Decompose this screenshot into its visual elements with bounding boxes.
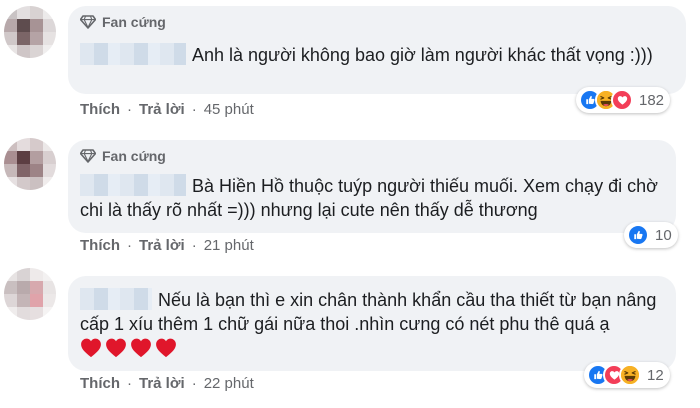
separator: · — [127, 101, 132, 118]
comment-bubble: Nếu là bạn thì e xin chân thành khẩn cầu… — [68, 276, 676, 371]
commenter-name[interactable] — [80, 174, 186, 196]
diamond-icon — [80, 149, 96, 163]
separator: · — [191, 101, 197, 118]
fan-badge: Fan cứng — [80, 148, 166, 164]
comment-text: Nếu là bạn thì e xin chân thành khẩn cầu… — [80, 290, 657, 334]
commenter-name[interactable] — [80, 43, 186, 65]
comment-actions: Thích · Trả lời · 22 phút — [80, 375, 254, 392]
comment-actions: Thích · Trả lời · 21 phút — [80, 237, 254, 254]
timestamp[interactable]: 21 phút — [204, 237, 254, 254]
like-reaction-icon — [627, 224, 649, 246]
separator: · — [191, 375, 197, 392]
reply-link[interactable]: Trả lời — [139, 101, 185, 118]
comment-text-block: Anh là người không bao giờ làm người khá… — [80, 43, 680, 67]
reaction-summary[interactable]: 10 — [624, 222, 678, 248]
diamond-icon — [80, 15, 96, 29]
separator: · — [127, 237, 132, 254]
comment-text: Anh là người không bao giờ làm người khá… — [192, 45, 653, 65]
separator: · — [191, 237, 197, 254]
commenter-name[interactable] — [80, 288, 152, 310]
comment-bubble: Fan cứng Bà Hiền Hồ thuộc tuýp người thi… — [68, 140, 676, 233]
comment-bubble: Fan cứng Anh là người không bao giờ làm … — [68, 6, 686, 94]
heart-emoji-group — [80, 337, 177, 359]
reaction-summary[interactable]: 182 — [576, 87, 671, 113]
haha-reaction-icon — [619, 364, 641, 386]
reply-link[interactable]: Trả lời — [139, 375, 185, 392]
reaction-count: 12 — [647, 366, 664, 384]
comment-text-block: Nếu là bạn thì e xin chân thành khẩn cầu… — [80, 288, 670, 360]
comment-actions: Thích · Trả lời · 45 phút — [80, 101, 254, 118]
fan-badge-label: Fan cứng — [102, 148, 166, 164]
separator: · — [127, 375, 132, 392]
love-reaction-icon — [611, 89, 633, 111]
like-link[interactable]: Thích — [80, 101, 120, 118]
like-link[interactable]: Thích — [80, 237, 120, 254]
avatar[interactable] — [4, 6, 56, 58]
fan-badge-label: Fan cứng — [102, 14, 166, 30]
reaction-count: 182 — [639, 91, 665, 109]
timestamp[interactable]: 45 phút — [204, 101, 254, 118]
reaction-summary[interactable]: 12 — [584, 362, 670, 388]
avatar[interactable] — [4, 268, 56, 320]
timestamp[interactable]: 22 phút — [204, 375, 254, 392]
heart-icon — [155, 337, 177, 359]
heart-icon — [130, 337, 152, 359]
like-link[interactable]: Thích — [80, 375, 120, 392]
reply-link[interactable]: Trả lời — [139, 237, 185, 254]
heart-icon — [105, 337, 127, 359]
heart-icon — [80, 337, 102, 359]
fan-badge: Fan cứng — [80, 14, 166, 30]
avatar[interactable] — [4, 138, 56, 190]
reaction-count: 10 — [655, 226, 672, 244]
comment-text-block: Bà Hiền Hồ thuộc tuýp người thiếu muối. … — [80, 174, 670, 222]
